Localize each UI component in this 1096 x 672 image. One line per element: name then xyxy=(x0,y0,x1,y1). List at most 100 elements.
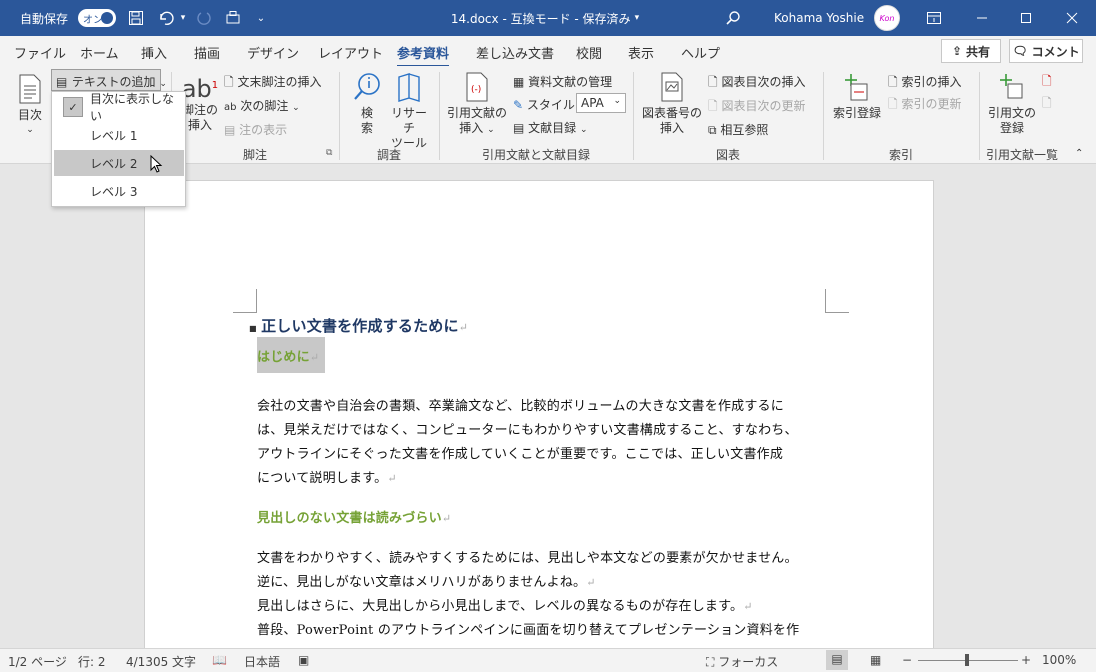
zoom-out-icon[interactable]: − xyxy=(902,653,912,667)
avatar[interactable]: Kon xyxy=(874,0,900,36)
next-footnote-button[interactable]: ab 次の脚注 ⌄ xyxy=(224,97,300,114)
paragraph-line[interactable]: 逆に、見出しがない文章はメリハリがありませんよね。↵ xyxy=(257,571,596,590)
minimize-icon[interactable] xyxy=(970,0,994,36)
tab-home[interactable]: ホーム xyxy=(80,43,119,62)
paragraph-line[interactable]: 会社の文書や自治会の書類、卒業論文など、比較的ボリュームの大きな文書を作成するに xyxy=(257,395,784,414)
undo-dropdown-chevron-icon[interactable]: ▾ xyxy=(178,0,188,36)
heading-1[interactable]: ■ 正しい文書を作成するために↵ xyxy=(249,315,468,336)
heading-2b[interactable]: 見出しのない文書は読みづらい↵ xyxy=(257,507,451,526)
update-index-label: 索引の更新 xyxy=(901,97,962,111)
zoom-slider-handle[interactable] xyxy=(965,654,969,666)
authorities-group-label: 引用文献一覧 xyxy=(985,148,1058,162)
collapse-ribbon-icon[interactable]: ⌃ xyxy=(1075,148,1083,159)
quick-access-more-icon[interactable]: ⌄ xyxy=(254,0,268,36)
researcher-button[interactable]: リサーチ ツール xyxy=(386,72,432,151)
close-icon[interactable] xyxy=(1060,0,1084,36)
web-layout-icon[interactable]: ▦ xyxy=(870,653,881,667)
insert-index-button[interactable]: 🗋 索引の挿入 xyxy=(888,73,962,94)
style-dropdown[interactable]: APA ⌄ xyxy=(576,93,626,113)
add-text-chevron-icon: ⌄ xyxy=(159,79,167,89)
document-title[interactable]: 14.docx - 互換モード - 保存済み ▾ xyxy=(440,0,650,36)
menu-item-label: 目次に表示しない xyxy=(90,92,175,123)
tab-references[interactable]: 参考資料 xyxy=(397,43,450,68)
tab-layout[interactable]: レイアウト xyxy=(318,43,383,62)
tab-view[interactable]: 表示 xyxy=(628,43,654,62)
show-notes-button[interactable]: ▤ 注の表示 xyxy=(224,121,287,138)
mark-entry-icon xyxy=(845,74,868,101)
print-layout-icon[interactable]: ▤ xyxy=(826,650,848,670)
language[interactable]: 日本語 xyxy=(244,653,280,670)
menu-item-level-3[interactable]: レベル 3 xyxy=(54,178,184,204)
comment-button[interactable]: 🗨 コメント xyxy=(1009,39,1083,63)
tab-file[interactable]: ファイル xyxy=(14,43,66,62)
add-text-button[interactable]: ▤ テキストの追加 ⌄ xyxy=(51,69,167,91)
paragraph-line[interactable]: 文書をわかりやすく、読みやすくするためには、見出しや本文などの要素が欠かせません… xyxy=(257,547,798,566)
zoom-level[interactable]: 100% xyxy=(1042,653,1076,667)
proofing-icon[interactable]: 📖 xyxy=(212,653,227,667)
document-area: ■ 正しい文書を作成するために↵ はじめに↵ 会社の文書や自治会の書類、卒業論文… xyxy=(0,164,1096,648)
insert-endnote-button[interactable]: 🗋 文末脚注の挿入 xyxy=(224,73,322,94)
menu-item-do-not-show[interactable]: ✓ 目次に表示しない xyxy=(54,92,184,123)
heading-2-selected[interactable]: はじめに↵ xyxy=(257,337,325,373)
autosave-toggle[interactable]: オン xyxy=(78,0,116,36)
update-table-button[interactable]: 🗋 図表目次の更新 xyxy=(708,97,806,118)
word-count[interactable]: 4/1305 文字 xyxy=(126,653,196,670)
share-button[interactable]: ⇪ 共有 xyxy=(941,39,1001,63)
ribbon-display-options-icon[interactable] xyxy=(924,0,944,36)
tab-draw[interactable]: 描画 xyxy=(194,43,220,62)
insert-citation-icon: (-) xyxy=(466,72,488,102)
customize-quick-access-icon[interactable] xyxy=(224,0,244,36)
paragraph-line[interactable]: 普段、PowerPoint のアウトラインペインに画面を切り替えてプレゼンテーシ… xyxy=(257,619,799,638)
maximize-icon[interactable] xyxy=(1014,0,1038,36)
researcher-icon xyxy=(398,73,420,102)
paragraph-line-last[interactable]: について説明します。↵ xyxy=(257,467,397,486)
mark-citation-button[interactable]: 引用文の 登録 xyxy=(986,72,1038,136)
page-count[interactable]: 1/2 ページ xyxy=(8,653,67,670)
paragraph-line[interactable]: は、見栄えだけではなく、コンピューターにもわかりやすい文書構成すること、すなわち… xyxy=(257,419,798,438)
insert-caption-icon xyxy=(661,72,683,102)
mark-entry-label: 索引登録 xyxy=(832,106,881,120)
cross-reference-button[interactable]: ⧉ 相互参照 xyxy=(708,121,768,138)
menu-item-label: レベル 2 xyxy=(90,156,138,171)
tab-help[interactable]: ヘルプ xyxy=(681,43,720,62)
paragraph-line[interactable]: 見出しはさらに、大見出しから小見出しまで、レベルの異なるものが存在します。↵ xyxy=(257,595,753,614)
tab-insert[interactable]: 挿入 xyxy=(141,43,167,62)
insert-caption-button[interactable]: 図表番号の 挿入 xyxy=(640,72,704,136)
table-of-contents-icon xyxy=(19,74,41,104)
menu-item-level-2[interactable]: レベル 2 xyxy=(54,150,184,176)
bibliography-button[interactable]: ▤ 文献目録 ⌄ xyxy=(513,119,588,136)
user-name[interactable]: Kohama Yoshie xyxy=(774,0,864,36)
pilcrow-icon: ↵ xyxy=(743,600,753,613)
tab-review[interactable]: 校閲 xyxy=(576,43,602,62)
manage-sources-button[interactable]: ▦ 資料文献の管理 xyxy=(513,73,612,90)
insert-table-of-authorities-icon[interactable]: 🗋 xyxy=(1042,72,1052,93)
update-index-button[interactable]: 🗋 索引の更新 xyxy=(888,95,962,116)
footnote-dialog-launcher-icon[interactable]: ⧉ xyxy=(326,148,332,158)
focus-mode-button[interactable]: ⛶ フォーカス xyxy=(706,653,778,670)
update-table-of-authorities-icon[interactable]: 🗋 xyxy=(1042,94,1052,115)
search-icon[interactable] xyxy=(722,0,744,36)
undo-icon[interactable] xyxy=(156,0,176,36)
paragraph-line[interactable]: アウトラインにそぐった文書を作成していくことが重要です。ここでは、正しい文書作成 xyxy=(257,443,783,462)
footnote-icon: ab1 xyxy=(181,75,219,103)
menu-item-level-1[interactable]: レベル 1 xyxy=(54,122,184,148)
add-text-dropdown-menu: ✓ 目次に表示しない レベル 1 レベル 2 レベル 3 xyxy=(51,91,186,207)
table-of-contents-button[interactable]: 目次 ⌄ xyxy=(12,74,48,138)
style-label: スタイル: xyxy=(526,98,579,112)
macro-record-icon[interactable]: ▣ xyxy=(298,653,309,667)
tab-mailings[interactable]: 差し込み文書 xyxy=(476,43,554,62)
tab-design[interactable]: デザイン xyxy=(247,43,299,62)
search-button[interactable]: 検 索 xyxy=(349,72,385,136)
cross-reference-label: 相互参照 xyxy=(720,123,769,137)
insert-citation-button[interactable]: (-) 引用文献の 挿入 ⌄ xyxy=(446,72,508,138)
zoom-in-icon[interactable]: + xyxy=(1021,653,1031,667)
mark-entry-button[interactable]: 索引登録 xyxy=(830,72,884,121)
pilcrow-icon: ↵ xyxy=(586,576,596,589)
document-page[interactable]: ■ 正しい文書を作成するために↵ はじめに↵ 会社の文書や自治会の書類、卒業論文… xyxy=(144,180,934,648)
autosave-toggle-switch[interactable]: オン xyxy=(78,9,116,27)
save-icon[interactable] xyxy=(126,0,146,36)
share-icon: ⇪ xyxy=(951,44,963,58)
insert-footnote-button[interactable]: ab1 脚注の 挿入 xyxy=(180,72,220,133)
insert-table-of-figures-button[interactable]: 🗋 図表目次の挿入 xyxy=(708,73,806,94)
menu-item-label: レベル 3 xyxy=(90,184,138,199)
